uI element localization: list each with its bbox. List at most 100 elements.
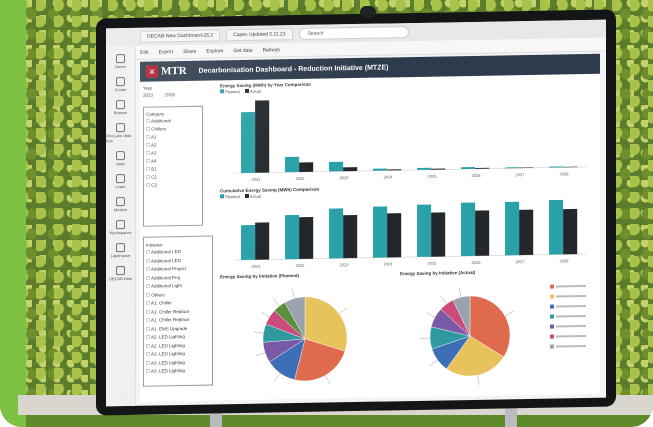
pie-leader-line xyxy=(325,375,331,385)
x-tick-label: 2027 xyxy=(516,172,526,177)
x-tick-label: 2023 xyxy=(340,175,350,180)
bar xyxy=(461,202,476,257)
bar xyxy=(255,222,270,260)
initiative-item[interactable]: ☐ A2. LED Lighting xyxy=(146,334,210,341)
category-item[interactable]: ☐ Additional xyxy=(146,118,200,125)
left-nav-rail: Home Create Browse OneLake data hub Apps… xyxy=(106,45,136,407)
x-tick-label: 2023 xyxy=(340,262,350,267)
rail-apps[interactable]: Apps xyxy=(106,151,135,167)
legend-swatch xyxy=(550,344,554,349)
explore-button[interactable]: Explore xyxy=(206,48,223,54)
legend-swatch xyxy=(550,334,554,339)
category-item[interactable]: ☐ Chillers xyxy=(146,126,200,133)
category-slicer[interactable]: Category ☐ Additional ☐ Chillers ☐ A1 ☐ … xyxy=(143,105,203,227)
pie-leader-line xyxy=(477,375,480,386)
rail-home[interactable]: Home xyxy=(106,54,135,70)
category-item[interactable]: ☐ B1 xyxy=(146,166,200,173)
chart2-legend: Planned Actual xyxy=(220,194,261,200)
rail-browse[interactable]: Browse xyxy=(106,100,135,116)
pie-leader-line xyxy=(291,288,295,299)
x-tick-label: 2026 xyxy=(472,173,482,178)
initiative-item[interactable]: ☐ Additional Proj xyxy=(146,274,210,281)
plus-icon xyxy=(116,77,125,87)
pie-leader-line xyxy=(255,352,266,357)
bar xyxy=(241,224,256,261)
pie-leader-line xyxy=(458,287,462,298)
bar xyxy=(549,199,564,255)
display-screen: DECAB-New Dashboard-26.2 Capex Updated 2… xyxy=(106,19,606,407)
initiative-item[interactable]: ☐ A2. LED Lighting xyxy=(146,342,210,349)
initiative-item[interactable]: ☐ A3. LED Lighting xyxy=(146,351,210,358)
chart1-title: Energy Saving (MWh) by Year Comparison xyxy=(220,81,311,89)
x-tick-label: 2022 xyxy=(296,263,306,268)
pie-leader-line xyxy=(260,311,270,318)
photo-frame: DECAB-New Dashboard-26.2 Capex Updated 2… xyxy=(0,0,653,427)
year-start[interactable]: 2023 xyxy=(143,93,153,98)
initiative-item[interactable]: ☐ A1. Chiller Replace xyxy=(146,317,210,324)
tab-dashboard[interactable]: DECAB-New Dashboard-26.2 xyxy=(140,29,221,43)
legend-text-blur xyxy=(556,324,586,328)
share-button[interactable]: Share xyxy=(183,48,196,54)
lakehouse-icon xyxy=(116,243,125,253)
legend-swatch xyxy=(550,284,554,289)
chart2-title: Cumulative Energy Saving (MWh) Compariso… xyxy=(220,186,320,194)
legend-swatch xyxy=(550,294,554,299)
bar xyxy=(475,210,490,256)
apps-icon xyxy=(116,151,125,161)
year-slicer[interactable]: Year 2023 2026 xyxy=(143,84,213,101)
pie-leader-line xyxy=(504,310,514,317)
pie-leader-line xyxy=(272,298,280,307)
initiative-item[interactable]: ☐ Additional Light xyxy=(146,283,210,290)
folder-icon xyxy=(116,100,125,110)
year-end[interactable]: 2026 xyxy=(165,92,175,97)
initiative-item[interactable]: ☐ A1. Chiller Replace xyxy=(146,308,210,315)
export-button[interactable]: Export xyxy=(159,49,173,55)
pie-leader-line xyxy=(253,331,264,334)
get-data-button[interactable]: Get data xyxy=(233,47,252,53)
category-item[interactable]: ☐ A3 xyxy=(146,150,200,157)
legend-swatch xyxy=(550,304,554,309)
rail-decab[interactable]: DECAB-New xyxy=(106,266,135,282)
cumulative-saving-chart: 2021 2022 2023 2024 2025 2026 2027 2028 xyxy=(234,199,586,269)
initiative-item[interactable]: ☐ Additional LED xyxy=(146,249,210,256)
bar xyxy=(241,111,256,174)
tab-capex[interactable]: Capex Updated 2.11.21 xyxy=(226,28,293,42)
rail-workspaces[interactable]: Workspaces xyxy=(106,220,135,236)
initiative-item[interactable]: ☐ A3. LED Lighting xyxy=(146,368,210,375)
x-tick-label: 2025 xyxy=(428,261,438,266)
database-icon xyxy=(116,123,125,133)
energy-saving-by-year-chart: 2021 2022 2023 2024 2025 2026 2027 2028 xyxy=(234,100,586,182)
x-tick-label: 2025 xyxy=(428,174,438,179)
legend-text-blur xyxy=(556,334,586,338)
refresh-button[interactable]: Refresh xyxy=(263,47,281,53)
initiative-item[interactable]: ☐ Additional Project xyxy=(146,266,210,273)
rail-lakehouse[interactable]: Lakehouse xyxy=(106,243,135,259)
initiative-item[interactable]: ☐ A3. LED Lighting xyxy=(146,359,210,366)
bar xyxy=(255,100,270,173)
initiative-item[interactable]: ☐ Additional LED xyxy=(146,257,210,264)
page-title: Decarbonisation Dashboard - Reduction In… xyxy=(198,63,389,75)
initiative-item[interactable]: ☐ A1. Chiller xyxy=(146,300,210,307)
search-input[interactable]: Search xyxy=(298,26,409,41)
category-item[interactable]: ☐ A1 xyxy=(146,134,200,141)
category-item[interactable]: ☐ A4 xyxy=(146,158,200,165)
rail-create[interactable]: Create xyxy=(106,77,135,93)
x-tick-label: 2027 xyxy=(516,259,526,264)
category-item[interactable]: ☐ C1 xyxy=(146,174,200,181)
bar xyxy=(285,214,300,260)
initiative-item[interactable]: ☐ A1. EMS Upgrade xyxy=(146,325,210,332)
bar xyxy=(505,201,520,256)
initiative-slicer[interactable]: Initiative ☐ Additional LED ☐ Additional… xyxy=(143,235,213,387)
report-canvas: ✕ MTR Decarbonisation Dashboard - Reduct… xyxy=(140,53,600,402)
rail-datahub[interactable]: OneLake data hub xyxy=(106,123,135,143)
mtr-logo-icon: ✕ xyxy=(146,65,158,78)
edit-button[interactable]: Edit xyxy=(140,49,149,55)
report-icon xyxy=(116,266,125,276)
category-item[interactable]: ☐ A2 xyxy=(146,142,200,149)
category-item[interactable]: ☐ C2 xyxy=(146,182,200,189)
x-tick-label: 2028 xyxy=(560,171,570,176)
rail-learn[interactable]: Learn xyxy=(106,174,135,190)
rail-metrics[interactable]: Metrics xyxy=(106,197,135,213)
legend-text-blur xyxy=(556,294,586,298)
initiative-item[interactable]: ☐ Others xyxy=(146,291,210,298)
